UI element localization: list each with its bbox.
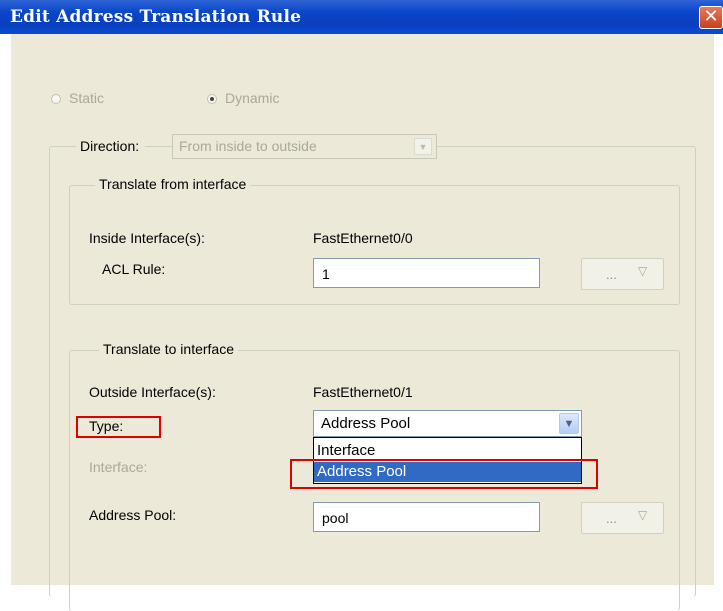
translate-to-legend: Translate to interface [99, 341, 238, 357]
static-radio-label: Static [69, 90, 105, 106]
chevron-down-icon[interactable]: ▼ [559, 413, 579, 434]
outside-interface-value: FastEthernet0/1 [313, 384, 413, 400]
left-edge [0, 34, 11, 585]
triangle-down-icon: ▽ [638, 264, 648, 278]
address-pool-browse-label: ... [606, 511, 617, 526]
dynamic-radio-label: Dynamic [225, 90, 280, 106]
acl-browse-button[interactable]: ... ▽ [581, 258, 664, 290]
static-radio[interactable]: Static [51, 90, 104, 106]
chevron-down-icon: ▼ [414, 138, 432, 155]
inside-interface-value: FastEthernet0/0 [313, 230, 413, 246]
direction-label: Direction: [76, 138, 146, 154]
radio-unchecked-icon [51, 94, 61, 104]
type-select-value: Address Pool [321, 415, 411, 432]
outside-interface-label: Outside Interface(s): [89, 384, 216, 400]
type-option-interface[interactable]: Interface [314, 441, 581, 461]
address-pool-input[interactable]: pool [313, 502, 540, 532]
interface-label: Interface: [89, 459, 148, 475]
acl-rule-label: ACL Rule: [102, 261, 166, 277]
right-edge [714, 34, 723, 585]
address-pool-browse-button[interactable]: ... ▽ [581, 502, 664, 534]
close-icon: ✕ [703, 6, 719, 27]
type-select[interactable]: Address Pool ▼ [313, 410, 582, 437]
address-pool-label: Address Pool: [89, 507, 177, 523]
dynamic-radio[interactable]: Dynamic [207, 90, 279, 106]
title-bar: Edit Address Translation Rule ✕ [0, 0, 723, 34]
window-title: Edit Address Translation Rule [10, 7, 302, 27]
address-pool-highlight-box [290, 459, 598, 489]
acl-rule-input[interactable]: 1 [313, 258, 540, 288]
radio-checked-icon [207, 94, 217, 104]
inside-interface-label: Inside Interface(s): [89, 230, 205, 246]
direction-select: From inside to outside ▼ [172, 134, 437, 159]
translate-from-legend: Translate from interface [95, 176, 251, 192]
direction-select-value: From inside to outside [179, 138, 317, 154]
close-button[interactable]: ✕ [699, 6, 723, 29]
triangle-down-icon: ▽ [638, 508, 648, 522]
acl-browse-label: ... [606, 267, 617, 282]
type-highlight-box [76, 416, 161, 438]
